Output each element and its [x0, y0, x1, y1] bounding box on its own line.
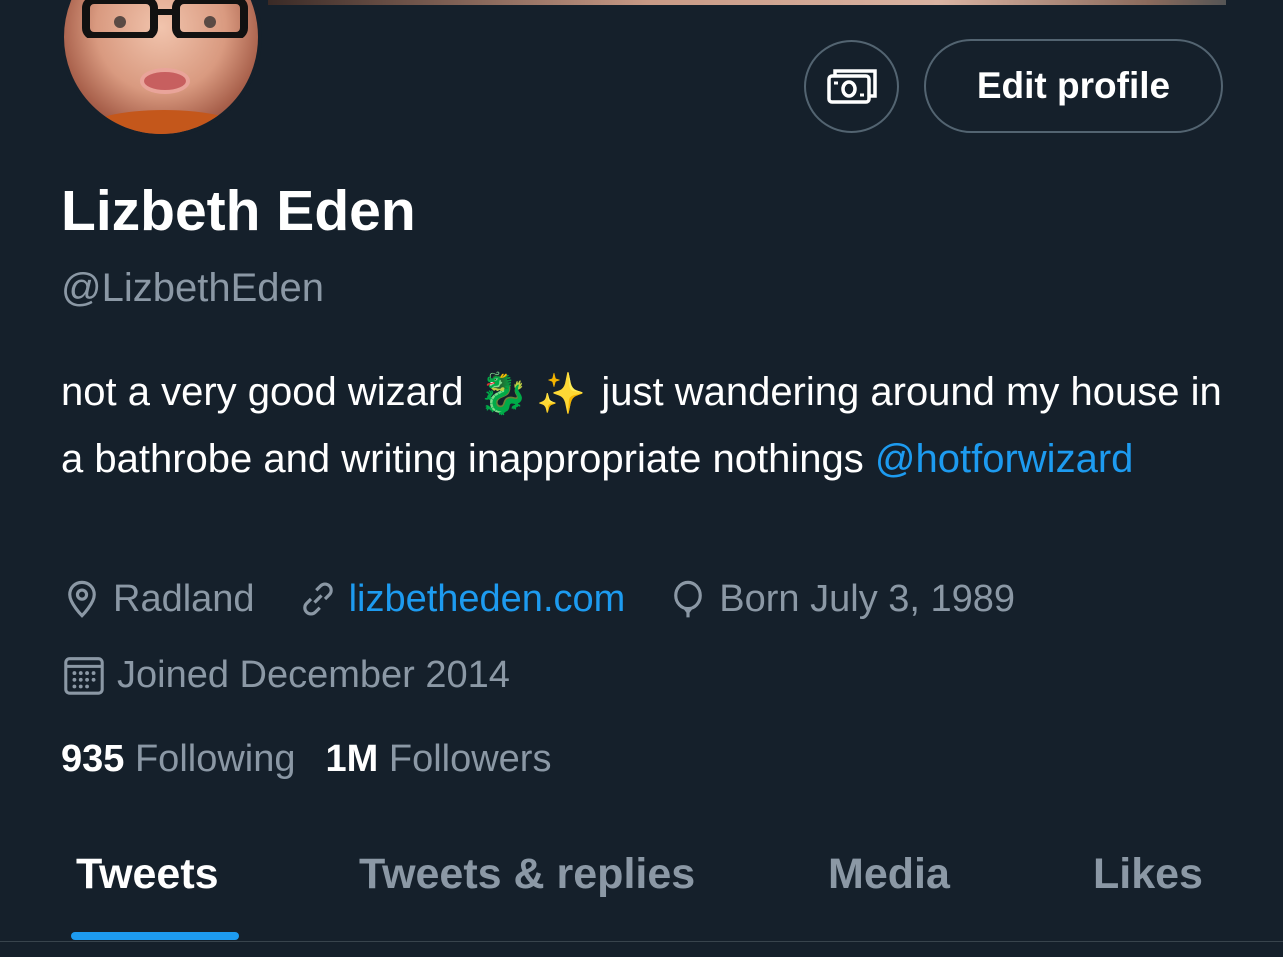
- avatar-mouth: [140, 68, 190, 94]
- followers-count: 1M: [325, 738, 379, 780]
- balloon-icon: [674, 580, 703, 618]
- tab-media[interactable]: Media: [828, 850, 950, 899]
- profile-stats: 935 Following 1M Followers: [61, 738, 581, 781]
- following-stat[interactable]: 935 Following: [61, 738, 296, 781]
- sparkles-icon: ✨: [536, 371, 587, 416]
- edit-profile-button[interactable]: Edit profile: [924, 39, 1223, 133]
- bio-mention-link[interactable]: @hotforwizard: [875, 437, 1133, 481]
- location-pin-icon: [68, 580, 96, 618]
- followers-stat[interactable]: 1M Followers: [326, 738, 552, 781]
- profile-avatar[interactable]: [60, 0, 262, 138]
- link-icon: [302, 582, 333, 616]
- profile-meta-row: Radland lizbetheden.com Born July 3, 198…: [61, 572, 1057, 626]
- calendar-icon: [64, 657, 104, 695]
- birthday-item: Born July 3, 1989: [667, 578, 1015, 621]
- website-item[interactable]: lizbetheden.com: [297, 578, 626, 621]
- location-item: Radland: [61, 578, 255, 621]
- followers-label: Followers: [388, 738, 552, 780]
- tab-likes[interactable]: Likes: [1093, 850, 1203, 899]
- profile-meta-row-joined: Joined December 2014: [61, 648, 552, 702]
- following-label: Following: [134, 738, 296, 780]
- bio-text-part1: not a very good wizard: [61, 370, 464, 414]
- profile-banner[interactable]: [268, 0, 1226, 5]
- website-link[interactable]: lizbetheden.com: [349, 578, 626, 621]
- tip-jar-button[interactable]: [804, 40, 899, 133]
- profile-bio: not a very good wizard 🐉 ✨ just wandering…: [61, 360, 1241, 492]
- birthday-text: Born July 3, 1989: [719, 577, 1016, 620]
- joined-text: Joined December 2014: [117, 653, 510, 696]
- dragon-icon: 🐉: [478, 371, 529, 416]
- active-tab-indicator: [71, 932, 239, 940]
- tab-tweets[interactable]: Tweets: [76, 850, 219, 899]
- tab-tweets-and-replies[interactable]: Tweets & replies: [359, 850, 695, 899]
- user-handle: @LizbethEden: [61, 266, 325, 310]
- location-text: Radland: [113, 577, 255, 620]
- following-count: 935: [61, 738, 125, 780]
- avatar-glasses: [82, 0, 248, 38]
- profile-tabs: Tweets Tweets & replies Media Likes: [0, 830, 1283, 942]
- avatar-collar: [84, 110, 244, 134]
- joined-item: Joined December 2014: [61, 652, 510, 698]
- tabs-divider: [0, 941, 1283, 942]
- display-name: Lizbeth Eden: [61, 179, 416, 243]
- money-icon: [826, 68, 877, 104]
